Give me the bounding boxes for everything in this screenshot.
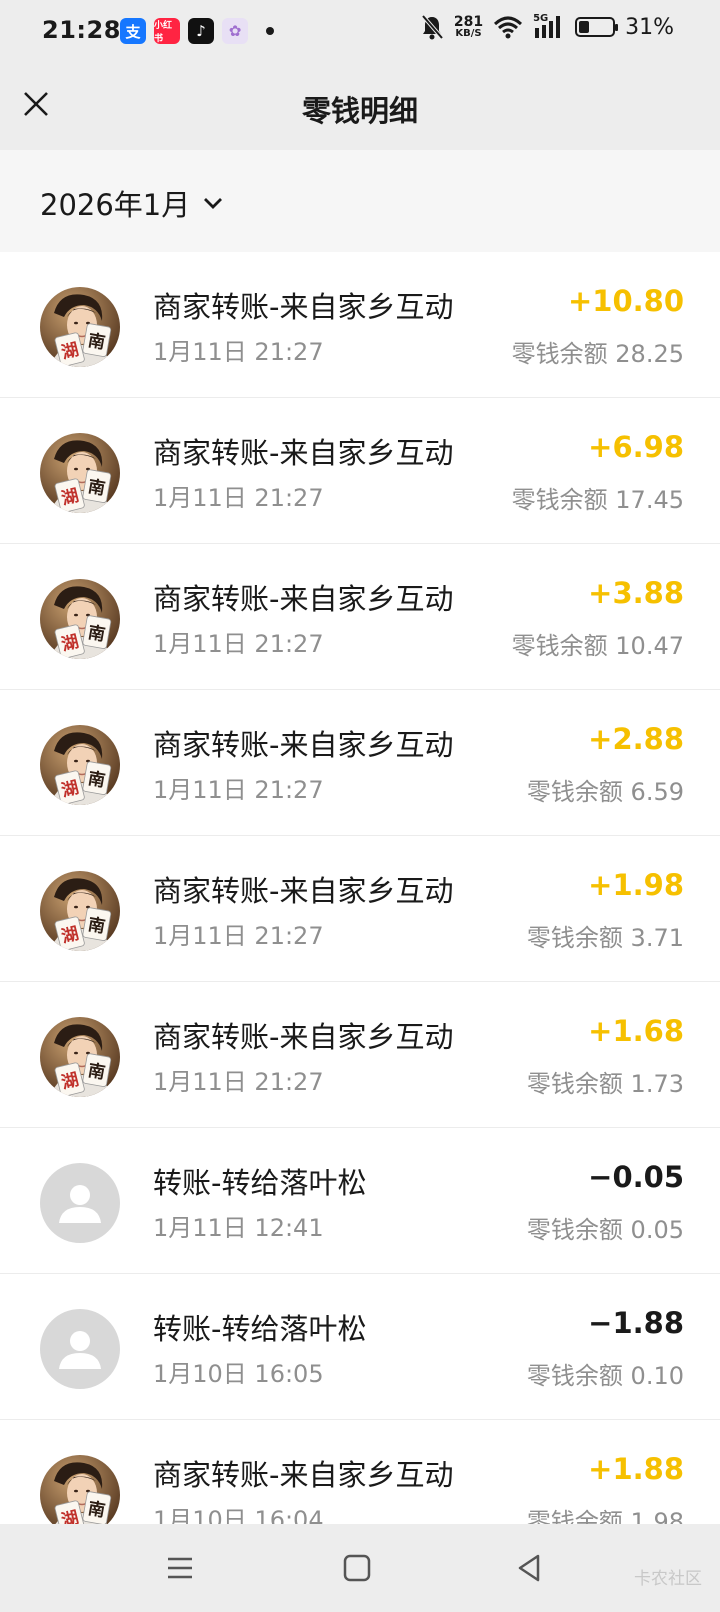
balance-after: 零钱余额 10.47 <box>511 632 684 660</box>
transaction-time: 1月11日 21:27 <box>153 922 324 950</box>
default-avatar <box>40 1309 120 1389</box>
transaction-amount: +1.98 <box>588 868 684 902</box>
battery-level <box>579 21 590 33</box>
month-label: 2026年1月 <box>40 188 191 222</box>
svg-text:南: 南 <box>86 330 106 354</box>
transaction-row[interactable]: 转账-转给落叶松 1月11日 12:41 −0.05 零钱余额 0.05 <box>0 1128 720 1274</box>
merchant-avatar: 湖南 <box>40 579 120 659</box>
wifi-icon <box>494 16 523 39</box>
alipay-icon: 支 <box>120 18 146 44</box>
system-navigation-bar: 卡农社区 <box>0 1524 720 1612</box>
transaction-row[interactable]: 湖南商家转账-来自家乡互动 1月11日 21:27 +10.80 零钱余额 28.25 <box>0 252 720 398</box>
balance-after: 零钱余额 6.59 <box>526 778 684 806</box>
transaction-amount: +3.88 <box>588 576 684 610</box>
merchant-avatar: 湖南 <box>40 1455 120 1524</box>
transaction-title: 商家转账-来自家乡互动 <box>153 436 454 470</box>
xiaohongshu-icon: 小红书 <box>154 18 180 44</box>
watermark-text: 卡农社区 <box>634 1569 702 1589</box>
svg-text:南: 南 <box>86 768 106 792</box>
network-speed-value: 281 <box>453 14 484 30</box>
transaction-time: 1月11日 21:27 <box>153 1068 324 1096</box>
transaction-time: 1月11日 21:27 <box>153 776 324 804</box>
balance-after: 零钱余额 28.25 <box>511 340 684 368</box>
transaction-title: 商家转账-来自家乡互动 <box>153 582 454 616</box>
merchant-avatar: 湖南 <box>40 433 120 513</box>
transaction-time: 1月10日 16:05 <box>153 1360 324 1388</box>
app-icon: ✿ <box>222 18 248 44</box>
douyin-icon: ♪ <box>188 18 214 44</box>
transaction-row[interactable]: 湖南商家转账-来自家乡互动 1月11日 21:27 +1.68 零钱余额 1.73 <box>0 982 720 1128</box>
transaction-row[interactable]: 湖南商家转账-来自家乡互动 1月11日 21:27 +2.88 零钱余额 6.59 <box>0 690 720 836</box>
transaction-time: 1月11日 21:27 <box>153 338 324 366</box>
month-picker[interactable]: 2026年1月 <box>40 182 224 224</box>
balance-after: 零钱余额 17.45 <box>511 486 684 514</box>
notification-app-icons: 支 小红书 ♪ ✿ <box>120 18 274 44</box>
merchant-avatar: 湖南 <box>40 725 120 805</box>
transaction-amount: +10.80 <box>567 284 684 318</box>
balance-after: 零钱余额 0.05 <box>526 1216 684 1244</box>
svg-text:南: 南 <box>86 1498 106 1522</box>
transaction-title: 商家转账-来自家乡互动 <box>153 874 454 908</box>
battery-percent: 31% <box>625 14 674 40</box>
transaction-time: 1月11日 12:41 <box>153 1214 324 1242</box>
network-speed: 281 KB/S <box>454 15 483 39</box>
transaction-row[interactable]: 湖南商家转账-来自家乡互动 1月11日 21:27 +1.98 零钱余额 3.71 <box>0 836 720 982</box>
transaction-amount: −1.88 <box>588 1306 684 1340</box>
merchant-avatar: 湖南 <box>40 871 120 951</box>
month-filter-bar: 2026年1月 <box>0 150 720 252</box>
transaction-title: 商家转账-来自家乡互动 <box>153 1458 454 1492</box>
transaction-amount: +1.68 <box>588 1014 684 1048</box>
transaction-list: 湖南商家转账-来自家乡互动 1月11日 21:27 +10.80 零钱余额 28.25… <box>0 252 720 1524</box>
transaction-row[interactable]: 湖南商家转账-来自家乡互动 1月11日 21:27 +3.88 零钱余额 10.47 <box>0 544 720 690</box>
svg-text:南: 南 <box>86 476 106 500</box>
page-title: 零钱明细 <box>301 94 418 128</box>
home-icon[interactable] <box>337 1548 377 1588</box>
merchant-avatar: 湖南 <box>40 1017 120 1097</box>
status-bar: 21:28 支 小红书 ♪ ✿ 281 KB/S 5G 31% <box>0 0 720 66</box>
balance-after: 零钱余额 1.98 <box>526 1508 684 1524</box>
mute-bell-icon <box>421 14 444 40</box>
svg-text:南: 南 <box>86 914 106 938</box>
chevron-down-icon <box>204 198 223 209</box>
balance-after: 零钱余额 3.71 <box>526 924 684 952</box>
transaction-amount: +1.88 <box>588 1452 684 1486</box>
transaction-title: 转账-转给落叶松 <box>153 1312 367 1346</box>
menu-icon[interactable] <box>160 1548 200 1588</box>
default-avatar <box>40 1163 120 1243</box>
transaction-amount: −0.05 <box>588 1160 684 1194</box>
transaction-title: 商家转账-来自家乡互动 <box>153 728 454 762</box>
cellular-signal-icon: 5G <box>533 14 565 40</box>
transaction-title: 商家转账-来自家乡互动 <box>153 1020 454 1054</box>
transaction-amount: +6.98 <box>588 430 684 464</box>
transaction-title: 转账-转给落叶松 <box>153 1166 367 1200</box>
back-icon[interactable] <box>510 1548 550 1588</box>
svg-text:南: 南 <box>86 622 106 646</box>
balance-after: 零钱余额 0.10 <box>526 1362 684 1390</box>
nav-bar: 零钱明细 <box>0 66 720 150</box>
transaction-row[interactable]: 湖南商家转账-来自家乡互动 1月11日 21:27 +6.98 零钱余额 17.45 <box>0 398 720 544</box>
transaction-title: 商家转账-来自家乡互动 <box>153 290 454 324</box>
status-time: 21:28 <box>42 16 121 44</box>
balance-after: 零钱余额 1.73 <box>526 1070 684 1098</box>
transaction-time: 1月11日 21:27 <box>153 630 324 658</box>
svg-text:南: 南 <box>86 1060 106 1084</box>
more-notifications-dot <box>266 27 274 35</box>
status-right: 281 KB/S 5G 31% <box>420 14 674 40</box>
transaction-time: 1月11日 21:27 <box>153 484 324 512</box>
network-speed-unit: KB/S <box>455 28 482 39</box>
transaction-row[interactable]: 转账-转给落叶松 1月10日 16:05 −1.88 零钱余额 0.10 <box>0 1274 720 1420</box>
transaction-time: 1月10日 16:04 <box>153 1506 324 1524</box>
transaction-amount: +2.88 <box>588 722 684 756</box>
battery-icon <box>575 17 619 37</box>
merchant-avatar: 湖南 <box>40 287 120 367</box>
transaction-row[interactable]: 湖南商家转账-来自家乡互动 1月10日 16:04 +1.88 零钱余额 1.98 <box>0 1420 720 1524</box>
